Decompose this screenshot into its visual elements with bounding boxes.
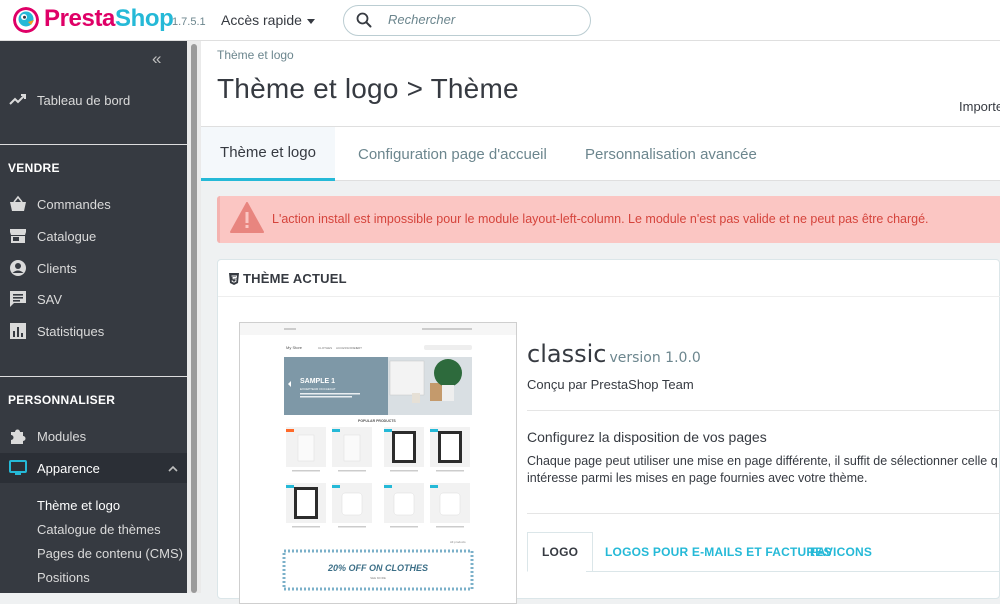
- preview-banner-text: 20% OFF ON CLOTHES: [327, 563, 428, 573]
- preview-slide-title: SAMPLE 1: [300, 378, 335, 385]
- sidebar-item-label: Apparence: [37, 460, 100, 476]
- sidebar-subitem-positions[interactable]: Positions: [37, 570, 90, 585]
- sidebar-item-dashboard[interactable]: Tableau de bord: [0, 85, 187, 115]
- tab-theme-logo[interactable]: Thème et logo: [201, 127, 335, 181]
- import-theme-button[interactable]: Importe: [959, 99, 1000, 114]
- sidebar-item-label: Modules: [37, 428, 87, 444]
- divider: [527, 410, 1000, 411]
- error-alert: L'action install est impossible pour le …: [217, 196, 1000, 243]
- brand-suffix: Shop: [114, 5, 174, 32]
- sidebar-item-support[interactable]: SAV: [0, 284, 187, 314]
- sidebar-item-label: Clients: [37, 260, 77, 276]
- subtab-email-invoice-logos[interactable]: LOGOS POUR E-MAILS ET FACTURES: [605, 532, 832, 572]
- tab-bar: Thème et logo Configuration page d'accue…: [201, 126, 1000, 181]
- theme-author: Conçu par PrestaShop Team: [527, 377, 694, 392]
- quick-access-label: Accès rapide: [221, 12, 302, 28]
- sidebar-item-modules[interactable]: Modules: [0, 421, 187, 451]
- tab-homepage-config[interactable]: Configuration page d'accueil: [358, 127, 547, 181]
- divider: [527, 513, 1000, 514]
- preview-nav-art: ART: [356, 346, 362, 350]
- account-circle-icon: [9, 259, 27, 277]
- search-icon[interactable]: [356, 12, 372, 33]
- chevron-up-icon: [168, 462, 178, 477]
- theme-preview-image: My Store CLOTHES ACCESSORIES ART SAMPLE …: [239, 322, 517, 604]
- warning-icon: [230, 202, 264, 239]
- sidebar-item-label: Statistiques: [37, 323, 105, 339]
- sidebar-item-orders[interactable]: Commandes: [0, 189, 187, 219]
- alert-message: L'action install est impossible pour le …: [272, 212, 929, 226]
- sidebar-subitem-cms-pages[interactable]: Pages de contenu (CMS): [37, 546, 183, 561]
- sidebar-subitem-theme-logo[interactable]: Thème et logo: [37, 498, 120, 513]
- subtab-underline: [586, 571, 1000, 572]
- puzzle-icon: [9, 427, 27, 445]
- trending-up-icon: [9, 91, 27, 109]
- sidebar-item-label: SAV: [37, 291, 63, 307]
- sidebar-subitem-theme-catalog[interactable]: Catalogue de thèmes: [37, 522, 161, 537]
- sidebar-item-customers[interactable]: Clients: [0, 253, 187, 283]
- bar-chart-icon: [9, 322, 27, 340]
- search-box: [343, 5, 591, 36]
- breadcrumb[interactable]: Thème et logo: [217, 48, 294, 62]
- sidebar-item-label: Catalogue: [37, 228, 97, 244]
- panel-title: THÈME ACTUEL: [243, 271, 347, 286]
- shopping-basket-icon: [9, 195, 27, 213]
- collapse-sidebar-icon[interactable]: «: [152, 49, 162, 69]
- sidebar-divider: [0, 144, 187, 145]
- sidebar-item-catalog[interactable]: Catalogue: [0, 221, 187, 251]
- current-theme-panel: THÈME ACTUEL My Store CLOTHES ACCESSORIE…: [217, 259, 1000, 604]
- sidebar-item-label: Commandes: [37, 196, 111, 212]
- store-icon: [9, 227, 27, 245]
- page-header: Thème et logo Thème et logo > Thème Impo…: [201, 41, 1000, 126]
- tab-advanced-customization[interactable]: Personnalisation avancée: [585, 127, 757, 181]
- brand-prefix: Presta: [44, 5, 115, 32]
- html5-icon: [229, 272, 239, 290]
- sidebar: « Tableau de bord VENDRE Commandes Catal…: [0, 41, 187, 593]
- chat-icon: [9, 290, 27, 308]
- sidebar-scrollbar[interactable]: [191, 44, 197, 593]
- caret-down-icon: [306, 18, 315, 24]
- main-content: Thème et logo Thème et logo > Thème Impo…: [201, 41, 1000, 604]
- sidebar-item-label: Tableau de bord: [37, 92, 131, 108]
- theme-name: classic: [527, 340, 607, 368]
- preview-banner-link: SEE MORE: [370, 576, 386, 580]
- preview-store-name: My Store: [286, 345, 303, 350]
- preview-all-products-link: All products: [450, 540, 466, 544]
- sidebar-item-stats[interactable]: Statistiques: [0, 316, 187, 346]
- quick-access-dropdown[interactable]: Accès rapide: [221, 12, 315, 28]
- desktop-icon: [9, 459, 27, 477]
- sidebar-divider: [0, 376, 187, 377]
- section-customize-heading: PERSONNALISER: [8, 393, 116, 407]
- page-title: Thème et logo > Thème: [217, 73, 519, 104]
- preview-slide-subtitle: EXCEPTEUR OCCAECAT: [300, 387, 336, 391]
- preview-nav-accessories: ACCESSORIES: [336, 346, 358, 350]
- layout-config-title: Configurez la disposition de vos pages: [527, 429, 767, 445]
- section-sell-heading: VENDRE: [8, 161, 60, 175]
- theme-name-line: classic version 1.0.0: [527, 340, 701, 368]
- top-header: PrestaShop 1.7.5.1 Accès rapide: [0, 0, 1000, 41]
- brand-name[interactable]: PrestaShop: [44, 5, 174, 33]
- version-label: 1.7.5.1: [172, 16, 206, 28]
- sidebar-item-appearance[interactable]: Apparence: [0, 453, 187, 483]
- subtab-favicons[interactable]: FAVICONS: [810, 532, 872, 572]
- preview-popular-heading: POPULAR PRODUCTS: [358, 419, 396, 423]
- subtab-logo[interactable]: LOGO: [527, 532, 594, 572]
- search-input[interactable]: [388, 12, 578, 27]
- preview-nav-clothes: CLOTHES: [318, 346, 332, 350]
- panel-header: THÈME ACTUEL: [218, 260, 1000, 297]
- prestashop-logo-icon[interactable]: [13, 7, 39, 33]
- theme-version: version 1.0.0: [609, 350, 701, 366]
- layout-config-description: Chaque page peut utiliser une mise en pa…: [527, 454, 998, 485]
